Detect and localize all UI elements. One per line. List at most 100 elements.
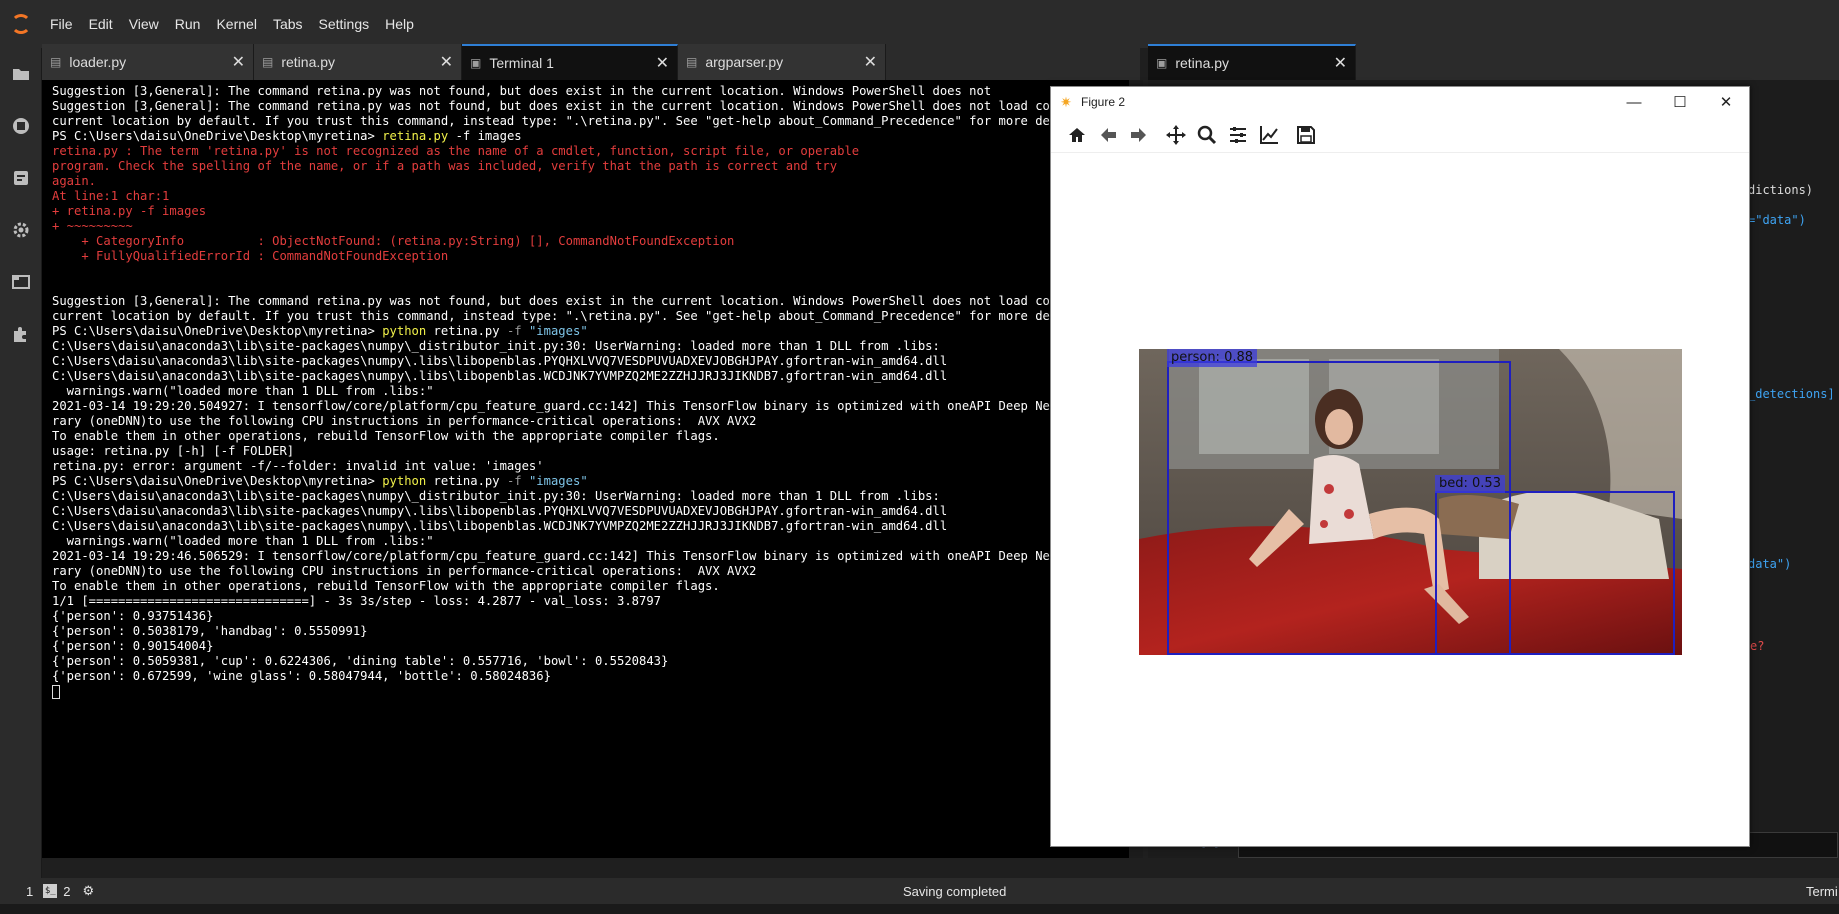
detection-label-person: person: 0.88: [1167, 349, 1258, 367]
python-file-icon: ▤: [262, 55, 274, 69]
terminal-line: + FullyQualifiedErrorId : CommandNotFoun…: [52, 249, 1133, 264]
edit-axis-icon[interactable]: [1253, 120, 1284, 150]
python-file-icon: ▤: [686, 55, 698, 69]
menu-view[interactable]: View: [121, 0, 167, 48]
terminal-text: C:\Users\daisu\anaconda3\lib\site-packag…: [52, 354, 948, 368]
status-mode-count[interactable]: 1: [26, 884, 33, 899]
terminal-output: Suggestion [3,General]: The command reti…: [42, 80, 1143, 699]
terminal-line: rary (oneDNN)to use the following CPU in…: [52, 564, 1133, 579]
terminal-line: usage: retina.py [-h] [-f FOLDER]: [52, 444, 1133, 459]
figure-title: Figure 2: [1081, 95, 1126, 109]
detection-box-bed: [1435, 491, 1675, 655]
terminal-text: again.: [52, 174, 97, 188]
terminal-text: 1/1 [==============================] - 3…: [52, 594, 662, 608]
status-terminal-count[interactable]: 2: [63, 884, 70, 899]
forward-icon[interactable]: [1123, 120, 1154, 150]
terminal-text: Suggestion [3,General]: The command reti…: [52, 294, 1094, 308]
terminal-line: C:\Users\daisu\anaconda3\lib\site-packag…: [52, 354, 1133, 369]
matplotlib-icon: ✷: [1060, 93, 1072, 110]
folder-icon[interactable]: [0, 48, 42, 100]
gear-icon[interactable]: [0, 204, 42, 256]
terminal-cursor[interactable]: [52, 684, 60, 699]
configure-icon[interactable]: [1222, 120, 1253, 150]
terminal-line: Suggestion [3,General]: The command reti…: [52, 99, 1133, 114]
close-icon[interactable]: ✕: [864, 52, 877, 72]
menu-edit[interactable]: Edit: [81, 0, 121, 48]
terminal-args: images: [477, 129, 522, 143]
close-icon[interactable]: ✕: [440, 52, 453, 72]
terminal-args: retina.py: [426, 324, 507, 338]
terminal-line: + ~~~~~~~~~: [52, 219, 1133, 234]
tab-retina-py-right[interactable]: ▣ retina.py ✕: [1148, 44, 1356, 80]
terminal-text: {'person': 0.672599, 'wine glass': 0.580…: [52, 669, 551, 683]
terminal-command: python: [382, 474, 427, 488]
menu-kernel[interactable]: Kernel: [208, 0, 264, 48]
pan-icon[interactable]: [1160, 120, 1191, 150]
tab-terminal-1[interactable]: ▣ Terminal 1 ✕: [462, 44, 678, 80]
tab-argparser-py[interactable]: ▤ argparser.py ✕: [678, 44, 886, 80]
terminal-text: To enable them in other operations, rebu…: [52, 429, 720, 443]
back-icon[interactable]: [1092, 120, 1123, 150]
terminal-line: {'person': 0.5059381, 'cup': 0.6224306, …: [52, 654, 1133, 669]
close-icon[interactable]: ✕: [656, 53, 669, 73]
running-icon[interactable]: [0, 100, 42, 152]
terminal-prompt: PS C:\Users\daisu\OneDrive\Desktop\myret…: [52, 474, 383, 488]
save-icon[interactable]: [1290, 120, 1321, 150]
left-sidebar: [0, 48, 42, 878]
terminal-line: + CategoryInfo : ObjectNotFound: (retina…: [52, 234, 1133, 249]
menu-help[interactable]: Help: [377, 0, 422, 48]
gear-icon[interactable]: ⚙: [82, 883, 94, 899]
detection-image: person: 0.88 bed: 0.53: [1139, 349, 1682, 655]
menu-run[interactable]: Run: [167, 0, 209, 48]
terminal-flag: -f: [506, 324, 522, 338]
terminal-text: To enable them in other operations, rebu…: [52, 579, 720, 593]
code-fragment: dictions): [1748, 183, 1814, 197]
commands-icon[interactable]: [0, 152, 42, 204]
terminal-text: + FullyQualifiedErrorId : CommandNotFoun…: [52, 249, 449, 263]
figure-titlebar[interactable]: ✷ Figure 2 — ☐ ✕: [1051, 87, 1749, 117]
tab-retina-py[interactable]: ▤ retina.py ✕: [254, 44, 462, 80]
home-icon[interactable]: [1061, 120, 1092, 150]
terminal-text: C:\Users\daisu\anaconda3\lib\site-packag…: [52, 519, 948, 533]
terminal-line: PS C:\Users\daisu\OneDrive\Desktop\myret…: [52, 474, 1133, 489]
close-button[interactable]: ✕: [1703, 87, 1749, 117]
terminal-panel[interactable]: Suggestion [3,General]: The command reti…: [42, 80, 1143, 858]
terminal-text: {'person': 0.90154004}: [52, 639, 214, 653]
tab-loader-py[interactable]: ▤ loader.py ✕: [42, 44, 254, 80]
terminal-text: retina.py: error: argument -f/--folder: …: [52, 459, 544, 473]
terminal-line: C:\Users\daisu\anaconda3\lib\site-packag…: [52, 369, 1133, 384]
figure-toolbar: [1051, 117, 1749, 153]
terminal-line: [52, 684, 1133, 699]
terminal-line: program. Check the spelling of the name,…: [52, 159, 1133, 174]
zoom-icon[interactable]: [1191, 120, 1222, 150]
close-icon[interactable]: ✕: [1334, 53, 1347, 73]
terminal-line: again.: [52, 174, 1133, 189]
maximize-button[interactable]: ☐: [1657, 87, 1703, 117]
status-bar: 1 $_ 2 ⚙ Saving completed Termi: [0, 878, 1839, 904]
terminal-icon: ▣: [470, 56, 482, 70]
menu-file[interactable]: File: [42, 0, 81, 48]
terminal-text: warnings.warn("loaded more than 1 DLL fr…: [52, 534, 434, 548]
terminal-line: current location by default. If you trus…: [52, 114, 1133, 129]
minimize-button[interactable]: —: [1611, 87, 1657, 117]
terminal-text: C:\Users\daisu\anaconda3\lib\site-packag…: [52, 369, 948, 383]
status-message: Saving completed: [903, 883, 1007, 899]
bottom-strip: [0, 904, 1839, 914]
terminal-text: Suggestion [3,General]: The command reti…: [52, 99, 1094, 113]
terminal-text: warnings.warn("loaded more than 1 DLL fr…: [52, 384, 434, 398]
terminal-text: rary (oneDNN)to use the following CPU in…: [52, 564, 757, 578]
close-icon[interactable]: ✕: [232, 52, 245, 72]
terminal-line: Suggestion [3,General]: The command reti…: [52, 84, 1133, 99]
terminal-line: retina.py : The term 'retina.py' is not …: [52, 144, 1133, 159]
extension-icon[interactable]: [0, 308, 42, 360]
tab-label: loader.py: [69, 54, 127, 70]
menu-tabs[interactable]: Tabs: [265, 0, 311, 48]
terminal-icon: $_: [43, 884, 58, 898]
tabs-icon[interactable]: [0, 256, 42, 308]
terminal-text: current location by default. If you trus…: [52, 309, 1094, 323]
code-fragment: data"): [1748, 557, 1792, 571]
menu-settings[interactable]: Settings: [311, 0, 378, 48]
terminal-line: PS C:\Users\daisu\OneDrive\Desktop\myret…: [52, 129, 1133, 144]
tab-label: argparser.py: [705, 54, 784, 70]
